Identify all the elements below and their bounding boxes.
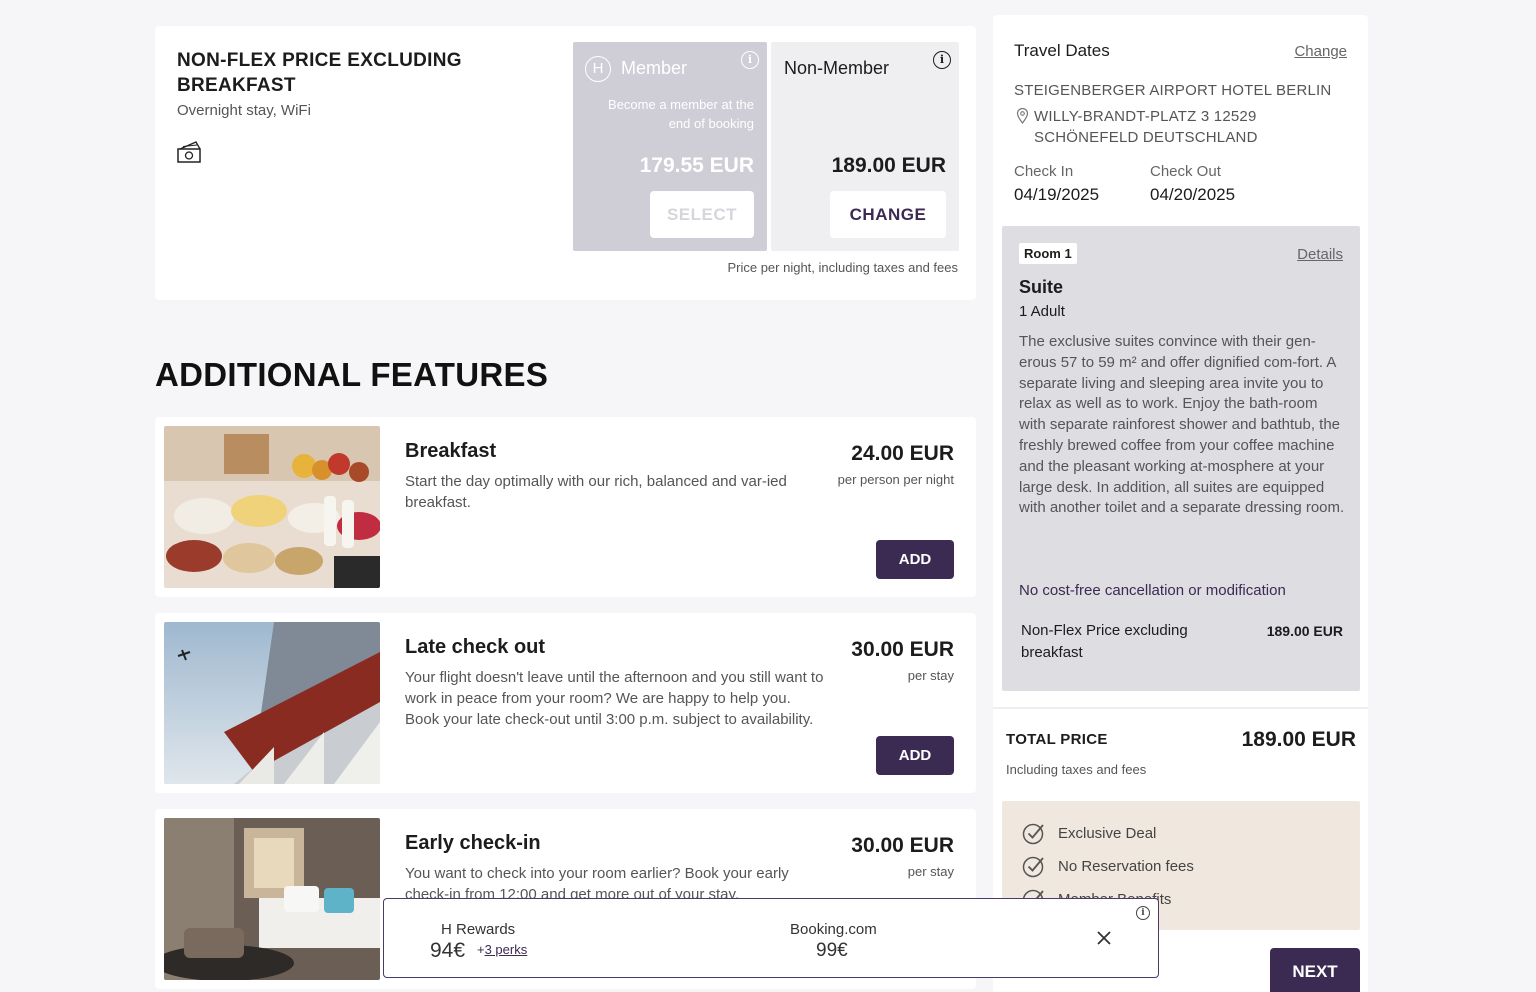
total-price-label: TOTAL PRICE xyxy=(1006,731,1108,748)
perk-label: Exclusive Deal xyxy=(1058,824,1157,842)
late-checkout-image xyxy=(164,622,380,784)
perk-label: No Reservation fees xyxy=(1058,857,1194,875)
price-comparison-popup: H Rewards 94€ +3 perks Booking.com 99€ i xyxy=(383,898,1159,978)
next-button[interactable]: NEXT xyxy=(1270,948,1360,992)
feature-price-unit: per stay xyxy=(907,864,954,879)
perk-item: Exclusive Deal xyxy=(1022,821,1156,845)
feature-description: Start the day optimally with our rich, b… xyxy=(405,473,787,511)
change-dates-link[interactable]: Change xyxy=(1294,43,1347,60)
booking-summary: Travel Dates Change STEIGENBERGER AIRPOR… xyxy=(993,15,1368,992)
check-out-label: Check Out xyxy=(1150,163,1221,180)
rate-card: NON-FLEX PRICE EXCLUDING BREAKFAST Overn… xyxy=(155,26,976,300)
perk-item: No Reservation fees xyxy=(1022,854,1194,878)
total-price-note: Including taxes and fees xyxy=(1006,762,1147,777)
close-icon[interactable] xyxy=(1095,929,1113,947)
room-details-box: Room 1 Details Suite 1 Adult The exclusi… xyxy=(1002,226,1360,691)
check-circle-icon xyxy=(1022,856,1044,878)
feature-price: 30.00 EUR xyxy=(851,834,954,857)
h-rewards-price: 94€ xyxy=(430,939,466,962)
nonmember-price-option[interactable]: Non-Member i 189.00 EUR CHANGE xyxy=(771,42,959,251)
change-rate-button[interactable]: CHANGE xyxy=(830,191,946,238)
room-rate-name: Non-Flex Price excluding breakfast xyxy=(1021,622,1188,661)
booking-com-price: 99€ xyxy=(816,940,848,961)
check-in-label: Check In xyxy=(1014,163,1074,180)
room-tag: Room 1 xyxy=(1019,243,1077,264)
h-rewards-label: H Rewards xyxy=(441,921,516,938)
location-pin-icon xyxy=(1016,108,1029,124)
feature-title: Late check out xyxy=(405,636,546,658)
room-guests: 1 Adult xyxy=(1019,303,1065,320)
member-label: Member xyxy=(621,58,688,78)
hotel-name: STEIGENBERGER AIRPORT HOTEL BERLIN xyxy=(1014,82,1332,99)
perks-prefix: + xyxy=(477,942,485,957)
nonmember-price: 189.00 EUR xyxy=(831,154,946,177)
info-icon[interactable]: i xyxy=(741,51,759,69)
feature-description: Your flight doesn't leave until the afte… xyxy=(405,669,824,728)
feature-title: Early check-in xyxy=(405,832,541,854)
perks-link[interactable]: 3 perks xyxy=(485,942,528,957)
info-icon[interactable]: i xyxy=(1136,906,1150,920)
feature-card-late-checkout: Late check out Your flight doesn't leave… xyxy=(155,613,976,793)
rate-subtitle: Overnight stay, WiFi xyxy=(177,102,311,119)
feature-price-unit: per person per night xyxy=(837,472,954,487)
total-price: 189.00 EUR xyxy=(1241,728,1356,751)
feature-price-unit: per stay xyxy=(907,668,954,683)
add-late-checkout-button[interactable]: ADD xyxy=(876,736,954,775)
member-price: 179.55 EUR xyxy=(639,154,754,177)
feature-card-breakfast: Breakfast Start the day optimally with o… xyxy=(155,417,976,597)
cancellation-policy: No cost-free cancellation or modificatio… xyxy=(1019,582,1286,599)
info-icon[interactable]: i xyxy=(933,51,951,69)
booking-com-label: Booking.com xyxy=(790,921,877,938)
perks-link-wrapper[interactable]: +3 perks xyxy=(477,942,527,957)
check-in-date: 04/19/2025 xyxy=(1014,185,1100,204)
travel-dates-heading: Travel Dates xyxy=(1014,41,1110,60)
select-button[interactable]: SELECT xyxy=(650,191,754,238)
rate-title: NON-FLEX PRICE EXCLUDING BREAKFAST xyxy=(177,50,462,96)
money-icon xyxy=(177,141,201,163)
member-note: Become a member at the end of booking xyxy=(608,97,754,131)
add-breakfast-button[interactable]: ADD xyxy=(876,540,954,579)
room-description: The exclusive suites convince with their… xyxy=(1019,333,1345,517)
breakfast-image xyxy=(164,426,380,588)
check-out-date: 04/20/2025 xyxy=(1150,185,1236,204)
hotel-address: WILLY-BRANDT-PLATZ 3 12529 SCHÖNEFELD DE… xyxy=(1034,108,1258,146)
feature-price: 24.00 EUR xyxy=(851,442,954,465)
room-rate-price: 189.00 EUR xyxy=(1266,623,1343,639)
early-checkin-image xyxy=(164,818,380,980)
room-details-link[interactable]: Details xyxy=(1297,246,1343,263)
section-title: ADDITIONAL FEATURES xyxy=(155,356,549,393)
divider xyxy=(993,707,1368,709)
feature-title: Breakfast xyxy=(405,440,497,462)
price-note: Price per night, including taxes and fee… xyxy=(727,260,958,275)
check-circle-icon xyxy=(1022,823,1044,845)
member-price-option[interactable]: H Member i Become a member at the end of… xyxy=(573,42,767,251)
room-name: Suite xyxy=(1019,277,1064,297)
h-rewards-logo-icon: H xyxy=(585,56,611,82)
nonmember-label: Non-Member xyxy=(784,58,890,78)
feature-price: 30.00 EUR xyxy=(851,638,954,661)
